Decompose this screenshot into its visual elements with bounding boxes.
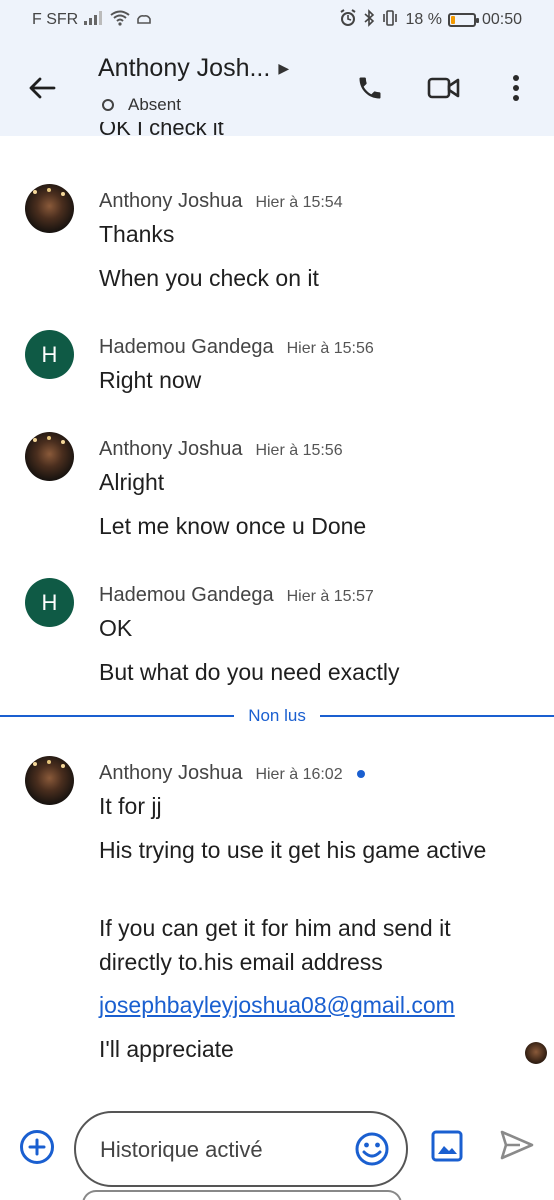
message-text[interactable]: OK <box>99 611 499 645</box>
avatar[interactable]: H <box>25 330 74 379</box>
conversation-header: Anthony Josh... ▶ Absent <box>0 40 554 136</box>
message-input-placeholder: Historique activé <box>100 1137 263 1162</box>
sender-name: Anthony Joshua <box>99 762 243 784</box>
unread-divider: Non lus <box>0 706 554 726</box>
message-time: Hier à 15:57 <box>286 588 374 605</box>
add-button[interactable] <box>20 1130 54 1164</box>
wifi-icon <box>110 10 130 31</box>
cloud-sync-icon <box>136 11 152 30</box>
more-vert-icon <box>513 75 519 101</box>
alarm-icon <box>339 8 357 32</box>
message-text[interactable]: If you can get it for him and send it di… <box>99 911 499 979</box>
message-text[interactable]: I'll appreciate <box>99 1032 499 1066</box>
sender-name: Anthony Joshua <box>99 190 243 212</box>
message-time: Hier à 15:54 <box>255 194 343 211</box>
send-icon <box>500 1130 534 1160</box>
bluetooth-icon <box>363 8 375 32</box>
message-text[interactable]: Alright <box>99 465 499 499</box>
contact-name: Anthony Josh... <box>98 54 271 82</box>
contact-info[interactable]: Anthony Josh... ▶ Absent <box>98 54 318 115</box>
sender-name: Hademou Gandega <box>99 584 274 606</box>
phone-icon <box>359 77 381 99</box>
emoji-icon <box>355 1132 389 1166</box>
back-button[interactable] <box>22 68 62 108</box>
message-time: Hier à 15:56 <box>286 340 374 357</box>
video-camera-icon <box>427 77 460 99</box>
clipped-message: OK I check it <box>99 122 224 140</box>
battery-percent: 18 % <box>405 11 442 28</box>
clock: 00:50 <box>481 11 522 28</box>
message-text[interactable]: His trying to use it get his game active <box>99 833 499 867</box>
avatar[interactable]: H <box>25 578 74 627</box>
unread-label: Non lus <box>248 706 306 725</box>
arrow-back-icon <box>29 77 56 99</box>
message-time: Hier à 15:56 <box>255 442 343 459</box>
vibrate-icon <box>381 9 399 31</box>
send-button[interactable] <box>500 1130 536 1166</box>
presence-status: Absent <box>128 95 181 114</box>
message-text[interactable]: Thanks <box>99 217 499 251</box>
avatar[interactable] <box>25 432 74 481</box>
message-input[interactable]: Historique activé <box>74 1111 408 1187</box>
video-call-button[interactable] <box>424 68 464 108</box>
email-link[interactable]: josephbayleyjoshua08@gmail.com <box>99 988 499 1022</box>
message-text[interactable]: It for jj <box>99 789 499 823</box>
sender-name: Hademou Gandega <box>99 336 274 358</box>
signal-icon <box>84 10 104 30</box>
message-text[interactable]: Let me know once u Done <box>99 509 499 543</box>
unread-indicator <box>356 769 365 778</box>
sender-name: Anthony Joshua <box>99 438 243 460</box>
read-receipt-avatar <box>525 1042 547 1064</box>
more-options-button[interactable] <box>496 68 536 108</box>
emoji-button[interactable] <box>354 1131 390 1167</box>
carrier-label: F SFR <box>32 11 79 28</box>
message-text[interactable]: When you check on it <box>99 261 499 295</box>
presence-icon <box>102 99 114 111</box>
compose-bar: Historique activé <box>0 1108 554 1188</box>
call-button[interactable] <box>350 68 390 108</box>
image-icon <box>431 1130 463 1162</box>
attach-image-button[interactable] <box>431 1130 465 1164</box>
message-text[interactable]: But what do you need exactly <box>99 655 499 689</box>
message-time: Hier à 16:02 <box>255 766 343 783</box>
message-text[interactable]: Right now <box>99 363 499 397</box>
avatar[interactable] <box>25 184 74 233</box>
status-bar: F SFR 18 % 00:50 <box>0 0 554 40</box>
avatar[interactable] <box>25 756 74 805</box>
battery-icon <box>447 13 479 27</box>
keyboard-suggestion-peek <box>82 1190 402 1200</box>
caret-right-icon: ▶ <box>278 60 290 76</box>
plus-icon <box>28 1138 46 1156</box>
